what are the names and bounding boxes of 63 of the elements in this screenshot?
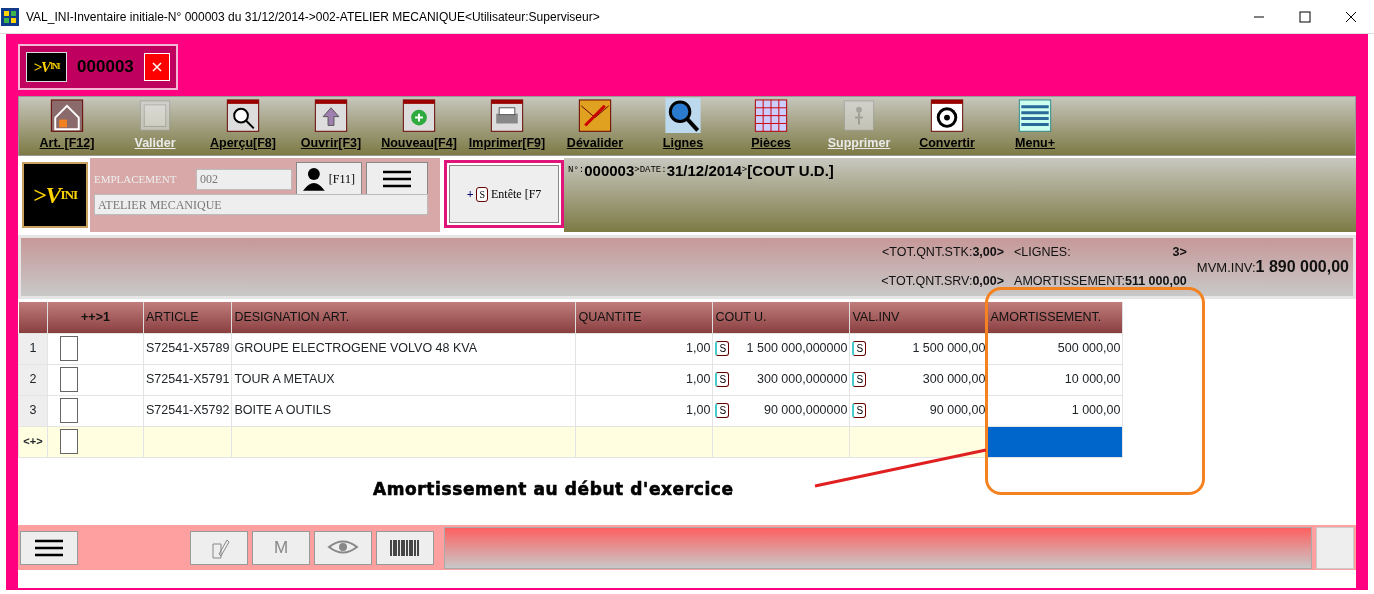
- tag-button[interactable]: S: [715, 372, 730, 387]
- window-title: VAL_INI-Inventaire initiale-N° 000003 du 31/12/2014->002-ATELIER MECANIQUE<Utilisateur:Superviseur>: [25, 8, 601, 26]
- toolbar-button[interactable]: Dévalider: [551, 97, 639, 155]
- plus-sign: +: [466, 186, 474, 203]
- table-cell: 1,00: [575, 395, 713, 426]
- table-cell: 1 000,00: [987, 395, 1123, 426]
- row-number: 3: [18, 395, 48, 426]
- table-cell-text: 1 500 000,00: [912, 340, 986, 358]
- stock-total: <TOT.QNT.STK:3,00>: [882, 244, 1005, 262]
- document-details: $^{N°:}$000003$^{>DATE:}$31/12/2014$^{>}$[COUT U.D.]: [568, 161, 834, 181]
- toolbar-button[interactable]: Aperçu[F8]: [199, 97, 287, 155]
- toolbar-button[interactable]: Imprimer[F9]: [463, 97, 551, 155]
- table-cell: S72541-X5792: [143, 395, 232, 426]
- new-row-marker: <+>: [18, 426, 48, 457]
- tag-label: S: [476, 186, 489, 202]
- table-cell: GROUPE ELECTROGENE VOLVO 48 KVA: [231, 333, 576, 364]
- toolbar-button[interactable]: Lignes: [639, 97, 727, 155]
- table-cell: 1,00: [575, 333, 713, 364]
- toolbar-button[interactable]: Art. [F12]: [23, 97, 111, 155]
- table-cell-text: 90 000,00: [929, 402, 986, 420]
- toolbar-button[interactable]: Pièces: [727, 97, 815, 155]
- column-header: QUANTITE: [575, 302, 713, 333]
- column-header: DESIGNATION ART.: [231, 302, 576, 333]
- tag-button[interactable]: S: [852, 403, 867, 418]
- tag-button[interactable]: S: [852, 372, 867, 387]
- toolbar-button[interactable]: Ouvrir[F3]: [287, 97, 375, 155]
- document-number: 000003: [77, 56, 134, 79]
- tag-button[interactable]: S: [715, 341, 730, 356]
- column-header: VAL.INV: [849, 302, 988, 333]
- lines-count: 3>: [1172, 244, 1187, 262]
- toolbar-button[interactable]: Convertir: [903, 97, 991, 155]
- column-header: ARTICLE: [143, 302, 232, 333]
- column-header: ++>1: [47, 302, 144, 333]
- lines-label: <LIGNES:: [1014, 244, 1071, 262]
- table-cell-text: 300 000,00: [922, 371, 986, 389]
- toolbar-button[interactable]: Nouveau[F4]: [375, 97, 463, 155]
- annotation-text: Amortissement au début d'exercice: [373, 478, 734, 501]
- table-cell: TOUR A METAUX: [231, 364, 576, 395]
- row-number: 2: [18, 364, 48, 395]
- tag-button[interactable]: S: [715, 403, 730, 418]
- table-cell-text: 1 500 000,000000: [746, 340, 848, 358]
- header-button[interactable]: + S Entête [F7: [449, 165, 559, 223]
- column-header: AMORTISSEMENT.: [987, 302, 1123, 333]
- table-cell-text: 90 000,000000: [764, 402, 848, 420]
- table-cell: 500 000,00: [987, 333, 1123, 364]
- table-cell: 1,00: [575, 364, 713, 395]
- table-cell: S72541-X5789: [143, 333, 232, 364]
- letter-button[interactable]: M: [252, 530, 310, 565]
- service-total: <TOT.QNT.SRV:0,00>: [881, 273, 1005, 290]
- row-number: 1: [18, 333, 48, 364]
- location-code-field[interactable]: 002: [196, 168, 292, 190]
- column-header: COUT U.: [712, 302, 850, 333]
- user-button[interactable]: [F11]: [296, 162, 362, 196]
- table-cell-text: 300 000,000000: [757, 371, 848, 389]
- location-label: EMPLACEMENT: [94, 171, 178, 187]
- toolbar-button[interactable]: Menu+: [991, 97, 1079, 155]
- location-name-field[interactable]: ATELIER MECANIQUE: [94, 194, 428, 215]
- amortization-total: AMORTISSEMENT:511 000,00: [1014, 273, 1187, 290]
- table-cell: S72541-X5791: [143, 364, 232, 395]
- table-cell: 10 000,00: [987, 364, 1123, 395]
- movement-total: MVM.INV:1 890 000,00: [1196, 257, 1349, 277]
- table-cell: BOITE A OUTILS: [231, 395, 576, 426]
- tag-button[interactable]: S: [852, 341, 867, 356]
